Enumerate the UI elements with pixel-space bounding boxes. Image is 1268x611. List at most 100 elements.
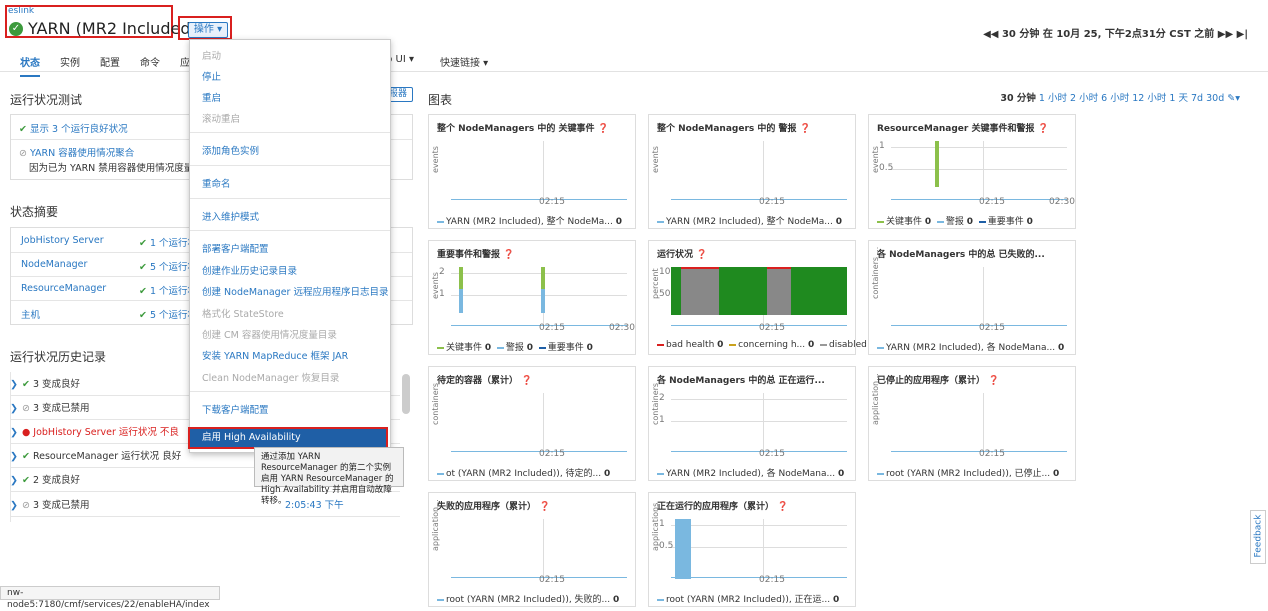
history-time: 2:05:43 下午 [285, 500, 344, 511]
chart-plot [451, 141, 627, 201]
tab-status[interactable]: 状态 [20, 54, 40, 77]
range-7d[interactable]: 7d [1191, 93, 1203, 104]
chart-bar [935, 141, 939, 187]
menu-item[interactable]: 停止 [202, 69, 221, 83]
chart-bar [459, 289, 463, 313]
status-summary-title: 状态摘要 [10, 205, 59, 219]
tab-config[interactable]: 配置 [100, 54, 120, 69]
tab-instances[interactable]: 实例 [60, 54, 80, 69]
chart-title: 正在运行的应用程序（累计） ❓ [657, 502, 789, 512]
chart-card[interactable]: 已停止的应用程序（累计） ❓ application... 02:15 root (Y… [868, 366, 1076, 481]
summary-name-jobhistory[interactable]: JobHistory Server [21, 235, 104, 246]
summary-name-nodemanager[interactable]: NodeManager [21, 259, 87, 270]
yarn-usage-link[interactable]: ⊘ YARN 容器使用情况聚合 [19, 145, 134, 159]
chart-plot [451, 519, 627, 579]
range-30d[interactable]: 30d [1206, 93, 1224, 104]
time-navigator[interactable]: ◀◀ 30 分钟 在 10月 25, 下午2点31分 CST 之前 ▶▶ ▶| [983, 25, 1248, 40]
actions-dropdown-menu: 启动停止重启滚动重启添加角色实例 重命名进入维护模式 部署客户端配置创建作业历史记录… [189, 39, 391, 453]
chart-ylabel: events [431, 146, 440, 173]
menu-item[interactable]: 添加角色实例 [202, 143, 259, 157]
menu-item[interactable]: 安装 YARN MapReduce 框架 JAR [202, 348, 348, 362]
menu-item: 创建 CM 容器使用情况度量目录 [202, 330, 337, 341]
chart-plot [891, 267, 1067, 327]
menu-item[interactable]: 部署客户端配置 [202, 241, 269, 255]
pencil-icon[interactable]: ✎▾ [1227, 93, 1240, 104]
chart-card[interactable]: 失败的应用程序（累计） ❓ application... 02:15 root (YA… [428, 492, 636, 607]
yarn-usage-desc: 因为已为 YARN 禁用容器使用情况度量 [29, 163, 194, 174]
range-2h[interactable]: 2 小时 [1070, 93, 1098, 104]
tab-commands[interactable]: 命令 [140, 54, 160, 69]
chart-plot: 21 [439, 267, 627, 327]
chart-x-tick: 02:15 [979, 323, 1005, 333]
disabled-health-area [681, 267, 719, 315]
menu-item: 格式化 StateStore [202, 309, 284, 320]
charts-title: 图表 [428, 93, 453, 107]
chart-card[interactable]: 运行状况 ❓ percent 100 50 02:15 bad health 0 conc… [648, 240, 998, 355]
menu-item[interactable]: 重启 [202, 90, 221, 104]
chart-card[interactable]: 各 NodeManagers 中的总 已失败的... containers ...… [868, 240, 1076, 355]
history-title: 运行状况历史记录 [10, 350, 107, 364]
chart-card[interactable]: 整个 NodeManagers 中的 关键事件 ❓ events 02:15 YARN… [428, 114, 636, 229]
chart-bar [541, 289, 545, 313]
chart-x-tick: 02:30 [1049, 197, 1075, 207]
menu-item[interactable]: 下载客户端配置 [202, 402, 269, 416]
chart-title: 待定的容器（累计） ❓ [437, 376, 533, 386]
chart-x-tick: 02:15 [759, 197, 785, 207]
check-circle-icon: ✓ [9, 22, 23, 36]
chart-plot: 21 [659, 393, 847, 453]
menu-item[interactable]: 重命名 [202, 176, 231, 190]
menu-item: 启动 [202, 51, 222, 62]
chart-legend: root (YARN (MR2 Included)), 失败的... 0 [437, 592, 622, 605]
status-url: nw-node5:7180/cmf/services/22/enableHA/i… [0, 586, 220, 610]
menu-item[interactable]: 创建 NodeManager 远程应用程序日志目录 [202, 284, 388, 298]
chart-x-tick: 02:15 [759, 575, 785, 585]
chart-plot [451, 393, 627, 453]
chart-legend: 关键事件 0 警报 0 重要事件 0 [877, 214, 1036, 227]
range-active: 30 分钟 [1000, 93, 1036, 104]
time-range-bar[interactable]: 30 分钟 1 小时 2 小时 6 小时 12 小时 1 天 7d 30d ✎▾ [1000, 90, 1240, 104]
chart-ylabel: application... [871, 373, 880, 425]
chart-bar [459, 267, 463, 289]
menu-item[interactable]: 进入维护模式 [202, 209, 259, 223]
feedback-tab[interactable]: Feedback [1250, 510, 1266, 564]
summary-name-hosts[interactable]: 主机 [21, 307, 40, 321]
menu-item: Clean NodeManager 恢复目录 [202, 373, 340, 384]
chart-x-tick: 02:15 [979, 197, 1005, 207]
tab-quick-links[interactable]: 快速链接 ▾ [440, 54, 488, 69]
chart-legend: root (YARN (MR2 Included)), 已停止... 0 [877, 466, 1062, 479]
chart-x-tick: 02:15 [979, 449, 1005, 459]
chart-plot: 1 0.5 [659, 519, 847, 579]
chart-card[interactable]: 整个 NodeManagers 中的 警报 ❓ events 02:15 YARN (… [648, 114, 856, 229]
menu-item-enable-ha[interactable]: 启用 High Availability [188, 427, 388, 449]
chart-card[interactable]: 重要事件和警报 ❓ events 2 1 02:15 02:30 关键事件 0 警报 0 重… [428, 240, 636, 355]
chart-legend: ot (YARN (MR2 Included)), 待定的... 0 [437, 466, 613, 479]
chart-title: ResourceManager 关键事件和警报 ❓ [877, 124, 1049, 134]
chart-card[interactable]: 正在运行的应用程序（累计） ❓ applications 1 0.5 02:15 root… [648, 492, 856, 607]
chart-card[interactable]: ResourceManager 关键事件和警报 ❓ events 1 0.5 02:15… [868, 114, 1076, 229]
history-scrollbar[interactable] [402, 374, 410, 414]
chart-bar [675, 519, 691, 579]
chart-card[interactable]: 待定的容器（累计） ❓ containers 02:15 ot (YARN (MR2 … [428, 366, 636, 481]
summary-name-resourcemanager[interactable]: ResourceManager [21, 283, 106, 294]
chart-x-tick: 02:15 [539, 575, 565, 585]
menu-item[interactable]: 创建作业历史记录目录 [202, 263, 297, 277]
actions-button[interactable]: 操作 ▾ [188, 22, 228, 38]
history-row[interactable]: ❯ ⊘ 3 变成已禁用 2:05:43 下午 [10, 494, 400, 517]
chart-title: 各 NodeManagers 中的总 正在运行... [657, 376, 825, 386]
range-1h[interactable]: 1 小时 [1039, 93, 1067, 104]
chart-bar [541, 267, 545, 289]
chart-x-tick: 02:15 [539, 323, 565, 333]
chart-card[interactable]: 各 NodeManagers 中的总 正在运行... containers 2 1 02… [648, 366, 856, 481]
menu-item: 滚动重启 [202, 114, 241, 125]
show-good-link[interactable]: ✔ 显示 3 个运行良好状况 [19, 121, 128, 135]
chart-legend: YARN (MR2 Included), 整个 NodeMa... 0 [437, 214, 625, 227]
chart-plot: 100 50 [659, 267, 847, 327]
range-1d[interactable]: 1 天 [1169, 93, 1188, 104]
chart-title: 已停止的应用程序（累计） ❓ [877, 376, 1000, 386]
chart-ylabel: application... [431, 499, 440, 551]
chart-plot: 1 0.5 [879, 141, 1067, 201]
range-6h[interactable]: 6 小时 [1101, 93, 1129, 104]
chart-plot [891, 393, 1067, 453]
chart-ylabel: events [651, 146, 660, 173]
range-12h[interactable]: 12 小时 [1132, 93, 1166, 104]
